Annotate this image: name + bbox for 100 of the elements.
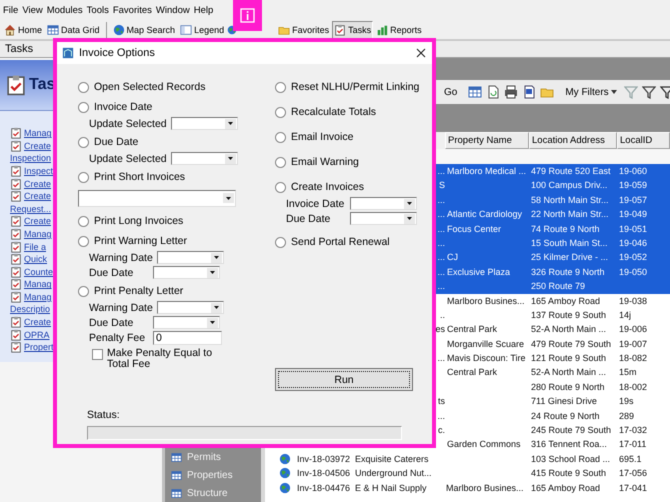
table-cell-text: 19-051 — [619, 222, 648, 236]
dropdown-field[interactable] — [350, 197, 417, 210]
task-link[interactable]: Request... — [10, 204, 52, 214]
table-row[interactable]: .. 137 Route 9 South 14j — [433, 308, 670, 322]
task-link[interactable]: Create — [24, 140, 52, 151]
radio-button[interactable] — [275, 236, 286, 248]
task-link[interactable]: Create — [24, 191, 52, 202]
column-header[interactable]: Location Address — [529, 132, 617, 149]
field-label: Warning Date — [89, 302, 153, 314]
menu-item[interactable]: View — [20, 4, 45, 16]
table-row[interactable]: ... Marlboro Medical ... 479 Route 520 East 19-060 — [433, 164, 670, 178]
dropdown-field[interactable] — [156, 301, 224, 314]
dropdown-field[interactable] — [153, 316, 220, 329]
task-link[interactable]: Inspect — [24, 166, 54, 176]
run-button[interactable]: Run — [275, 368, 413, 391]
dropdown-field[interactable] — [350, 212, 417, 225]
task-link[interactable]: Create — [24, 216, 52, 226]
radio-button[interactable] — [78, 286, 89, 296]
toolbar-button[interactable]: Data Grid — [45, 20, 102, 38]
table-row[interactable]: 280 Route 9 North 18-002 — [433, 380, 670, 394]
dropdown-field[interactable] — [170, 117, 238, 130]
menu-item[interactable]: Tools — [84, 4, 111, 16]
menu-item[interactable]: Window — [154, 4, 192, 16]
table-icon — [171, 488, 182, 498]
table-row[interactable]: ... CJ 25 Kilmer Drive - ... 19-052 — [433, 250, 670, 265]
go-button[interactable]: Go — [441, 86, 460, 98]
caret-icon — [210, 271, 215, 274]
clipboard-icon — [334, 24, 346, 36]
table-row[interactable]: ... Mavis Discoun: Tire 121 Route 9 South 18-082 — [433, 351, 670, 366]
radio-button[interactable] — [78, 82, 89, 92]
option-label: Send Portal Renewal — [291, 236, 390, 248]
task-link[interactable]: Quick — [24, 254, 48, 264]
close-button[interactable] — [416, 48, 426, 58]
task-link[interactable]: File a — [24, 242, 46, 252]
toolbar-button[interactable]: Home — [2, 20, 44, 38]
table-row[interactable]: es Central Park 52-A North Main ... 19-006 — [433, 322, 670, 337]
table-row[interactable]: Inv-18-03972 Exquisite Caterers 103 School Road ... 695.1 — [277, 452, 670, 466]
task-link[interactable]: Manag — [24, 229, 52, 240]
funnel-icon — [642, 85, 656, 99]
clipboard-icon — [10, 140, 22, 152]
radio-button[interactable] — [78, 216, 89, 226]
radio-button[interactable] — [78, 136, 89, 148]
toolbar-button[interactable]: Tasks — [332, 20, 374, 38]
table-cell-text: .. — [440, 308, 445, 322]
radio-button[interactable] — [275, 82, 286, 92]
column-header[interactable]: Property Name — [445, 132, 529, 149]
table-row[interactable]: ... 58 North Main Str... 19-057 — [433, 192, 670, 208]
menu-item[interactable]: File — [1, 4, 20, 16]
radio-button[interactable] — [275, 132, 286, 142]
toolbar-button[interactable]: Legend — [178, 20, 226, 38]
task-link[interactable]: Manag — [24, 279, 52, 290]
radio-button[interactable] — [78, 172, 89, 182]
toolbar-button[interactable]: Map Search — [110, 20, 178, 38]
task-link[interactable]: Inspection — [10, 153, 52, 164]
task-link[interactable]: Manag — [24, 128, 52, 138]
radio-button[interactable] — [275, 106, 286, 118]
menu-item[interactable]: Modules — [44, 4, 85, 16]
checkbox[interactable] — [92, 349, 103, 360]
task-link[interactable]: Create — [24, 178, 52, 189]
table-row[interactable]: ... 15 South Main St... 19-046 — [433, 236, 670, 250]
task-link[interactable]: Create — [24, 317, 52, 328]
table-row[interactable]: ... 250 Route 79 — [433, 279, 670, 294]
table-row[interactable]: Inv-18-04476 E & H Nail Supply Marlboro Busines... 165 Amboy Road 17-041 — [277, 480, 670, 495]
radio-button[interactable] — [78, 102, 89, 112]
table-row[interactable]: ... Exclusive Plaza 326 Route 9 North 19-050 — [433, 264, 670, 280]
table-cell-text: 25 Kilmer Drive - ... — [531, 251, 608, 264]
dropdown-field[interactable] — [156, 251, 224, 264]
table-row[interactable]: ts 711 Ginesi Drive 19s — [433, 394, 670, 409]
task-link[interactable]: Propert — [24, 342, 54, 352]
task-link[interactable]: Counte — [24, 266, 54, 277]
table-row[interactable]: c. 245 Route 79 South 17-032 — [433, 423, 670, 438]
funnel-icon — [660, 85, 670, 99]
table-row[interactable]: Inv-18-04506 Underground Nut... 415 Route 9 South 17-056 — [277, 466, 670, 481]
table-row[interactable]: S 100 Campus Driv... 19-059 — [433, 178, 670, 193]
table-row[interactable]: Garden Commons 316 Tennent Roa... 17-011 — [433, 437, 670, 452]
table-cell-text: ... — [437, 280, 445, 294]
menu-item[interactable]: Help — [192, 4, 216, 16]
task-link[interactable]: Manag — [24, 292, 52, 302]
table-row[interactable]: ... Atlantic Cardiology 22 North Main Str... 19-049 — [433, 207, 670, 222]
table-row[interactable]: Marlboro Busines... 165 Amboy Road 19-038 — [433, 294, 670, 308]
table-cell-text: 100 Campus Driv... — [531, 179, 608, 192]
radio-button[interactable] — [78, 236, 89, 246]
table-row[interactable]: Central Park 52-A North Main ... 15m — [433, 365, 670, 380]
input-field[interactable]: 0 — [153, 330, 222, 344]
table-row[interactable]: ... Focus Center 74 Route 9 North 19-051 — [433, 222, 670, 236]
toolbar-button[interactable]: Favorites — [276, 20, 332, 38]
column-header[interactable]: LocalID — [617, 132, 670, 149]
radio-button[interactable] — [275, 156, 286, 168]
radio-button[interactable] — [275, 182, 286, 192]
table-row[interactable]: Morganville Scuare 479 Route 79 South 19-007 — [433, 336, 670, 352]
menu-item[interactable]: Favorites — [110, 4, 154, 16]
filters-menu[interactable]: My Filters — [562, 86, 620, 98]
table-row[interactable]: ... 24 Route 9 North 289 — [433, 408, 670, 424]
field-label: Due Date — [286, 212, 332, 224]
task-link[interactable]: Descriptio — [10, 304, 50, 314]
toolbar-button[interactable]: Reports — [374, 20, 424, 38]
dropdown-field[interactable] — [153, 266, 220, 279]
dropdown-field[interactable] — [170, 152, 238, 165]
task-link[interactable]: OPRA — [24, 330, 50, 340]
dropdown-field[interactable] — [78, 190, 236, 206]
